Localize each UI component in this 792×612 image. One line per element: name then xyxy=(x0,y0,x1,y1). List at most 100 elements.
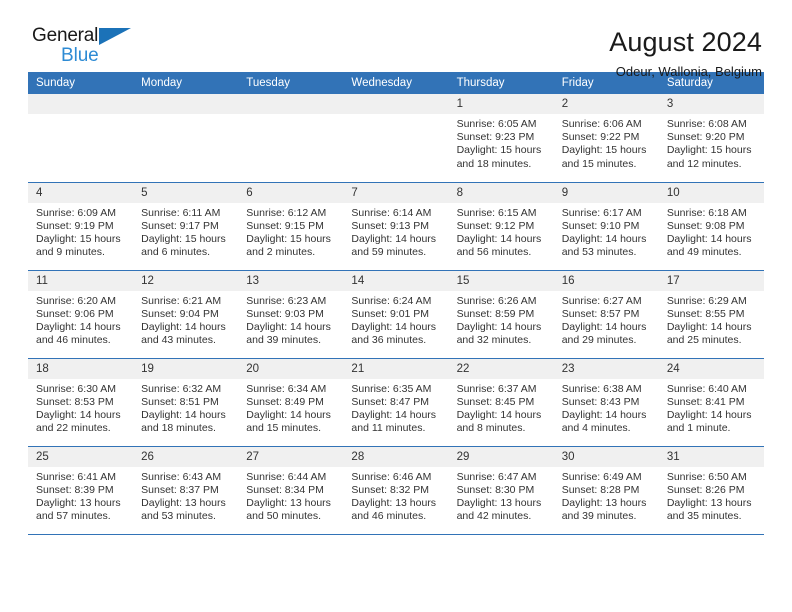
daylight-text: Daylight: 13 hours xyxy=(666,496,752,509)
day-cell[interactable]: 11 Sunrise: 6:20 AM Sunset: 9:06 PM Dayl… xyxy=(28,269,134,358)
day-details xyxy=(133,114,238,118)
day-cell[interactable]: 14 Sunrise: 6:24 AM Sunset: 9:01 PM Dayl… xyxy=(343,269,449,358)
sunrise-text: Sunrise: 6:21 AM xyxy=(141,294,222,307)
day-cell[interactable] xyxy=(133,94,239,182)
generalblue-logo[interactable]: General Blue xyxy=(28,26,137,66)
day-number: 16 xyxy=(553,270,659,291)
day-cell[interactable]: 2 Sunrise: 6:06 AM Sunset: 9:22 PM Dayli… xyxy=(553,94,659,182)
sunrise-text: Sunrise: 6:09 AM xyxy=(36,206,116,219)
day-cell[interactable] xyxy=(238,94,344,182)
day-details: Sunrise: 6:18 AM Sunset: 9:08 PM Dayligh… xyxy=(659,203,764,260)
day-number xyxy=(238,94,344,114)
day-number: 2 xyxy=(553,94,659,114)
daylight-text-cont: and 6 minutes. xyxy=(141,246,211,259)
day-details: Sunrise: 6:50 AM Sunset: 8:26 PM Dayligh… xyxy=(659,467,764,524)
day-cell[interactable] xyxy=(343,94,449,182)
sunrise-text: Sunrise: 6:12 AM xyxy=(246,206,327,219)
daylight-text: Daylight: 13 hours xyxy=(36,496,121,509)
day-number: 1 xyxy=(448,94,554,114)
day-cell[interactable]: 28 Sunrise: 6:46 AM Sunset: 8:32 PM Dayl… xyxy=(343,445,449,535)
weekday-header-tuesday: Tuesday xyxy=(238,72,344,94)
sunrise-text: Sunrise: 6:32 AM xyxy=(141,382,222,395)
day-cell[interactable]: 24 Sunrise: 6:40 AM Sunset: 8:41 PM Dayl… xyxy=(658,357,764,446)
daylight-text-cont: and 42 minutes. xyxy=(456,510,532,523)
day-cell[interactable]: 20 Sunrise: 6:34 AM Sunset: 8:49 PM Dayl… xyxy=(238,357,344,446)
sunrise-text: Sunrise: 6:05 AM xyxy=(456,118,537,130)
sunrise-text: Sunrise: 6:23 AM xyxy=(246,294,327,307)
sunset-text: Sunset: 8:51 PM xyxy=(141,395,219,408)
daylight-text: Daylight: 14 hours xyxy=(351,232,437,245)
day-cell[interactable]: 23 Sunrise: 6:38 AM Sunset: 8:43 PM Dayl… xyxy=(553,357,659,446)
day-number: 15 xyxy=(448,270,554,291)
sunset-text: Sunset: 8:57 PM xyxy=(561,307,640,320)
sunrise-text: Sunrise: 6:15 AM xyxy=(456,206,537,219)
day-cell[interactable] xyxy=(28,94,134,182)
sunrise-text: Sunrise: 6:06 AM xyxy=(561,118,642,130)
sunset-text: Sunset: 9:19 PM xyxy=(36,219,114,232)
daylight-text-cont: and 35 minutes. xyxy=(666,510,742,523)
sunset-text: Sunset: 9:15 PM xyxy=(246,219,324,232)
daylight-text: Daylight: 14 hours xyxy=(666,232,752,245)
day-cell[interactable]: 1 Sunrise: 6:05 AM Sunset: 9:23 PM Dayli… xyxy=(448,94,554,182)
daylight-text-cont: and 43 minutes. xyxy=(141,334,216,347)
day-cell[interactable]: 10 Sunrise: 6:18 AM Sunset: 9:08 PM Dayl… xyxy=(658,181,764,270)
sunrise-text: Sunrise: 6:41 AM xyxy=(36,470,116,483)
sunrise-text: Sunrise: 6:27 AM xyxy=(561,294,642,307)
day-cell[interactable]: 22 Sunrise: 6:37 AM Sunset: 8:45 PM Dayl… xyxy=(448,357,554,446)
day-number: 24 xyxy=(658,358,764,379)
daylight-text: Daylight: 14 hours xyxy=(36,408,121,421)
daylight-text-cont: and 32 minutes. xyxy=(456,334,532,347)
day-details: Sunrise: 6:44 AM Sunset: 8:34 PM Dayligh… xyxy=(238,467,343,524)
daylight-text-cont: and 2 minutes. xyxy=(246,246,316,259)
day-cell[interactable]: 3 Sunrise: 6:08 AM Sunset: 9:20 PM Dayli… xyxy=(658,94,764,182)
day-number: 3 xyxy=(658,94,764,114)
sunset-text: Sunset: 8:49 PM xyxy=(246,395,324,408)
day-number: 28 xyxy=(343,446,449,467)
day-cell[interactable]: 31 Sunrise: 6:50 AM Sunset: 8:26 PM Dayl… xyxy=(658,445,764,535)
daylight-text-cont: and 11 minutes. xyxy=(351,422,426,435)
day-cell[interactable]: 4 Sunrise: 6:09 AM Sunset: 9:19 PM Dayli… xyxy=(28,181,134,270)
day-cell[interactable]: 26 Sunrise: 6:43 AM Sunset: 8:37 PM Dayl… xyxy=(133,445,239,535)
sunrise-text: Sunrise: 6:30 AM xyxy=(36,382,116,395)
sunrise-text: Sunrise: 6:17 AM xyxy=(561,206,642,219)
day-cell[interactable]: 9 Sunrise: 6:17 AM Sunset: 9:10 PM Dayli… xyxy=(553,181,659,270)
day-details: Sunrise: 6:26 AM Sunset: 8:59 PM Dayligh… xyxy=(449,291,554,348)
daylight-text: Daylight: 13 hours xyxy=(351,496,437,509)
sunset-text: Sunset: 8:45 PM xyxy=(456,395,535,408)
day-cell[interactable]: 19 Sunrise: 6:32 AM Sunset: 8:51 PM Dayl… xyxy=(133,357,239,446)
day-cell[interactable]: 30 Sunrise: 6:49 AM Sunset: 8:28 PM Dayl… xyxy=(553,445,659,535)
day-cell[interactable]: 17 Sunrise: 6:29 AM Sunset: 8:55 PM Dayl… xyxy=(658,269,764,358)
day-cell[interactable]: 5 Sunrise: 6:11 AM Sunset: 9:17 PM Dayli… xyxy=(133,181,239,270)
day-details: Sunrise: 6:29 AM Sunset: 8:55 PM Dayligh… xyxy=(659,291,764,348)
day-details: Sunrise: 6:23 AM Sunset: 9:03 PM Dayligh… xyxy=(238,291,343,348)
day-details: Sunrise: 6:40 AM Sunset: 8:41 PM Dayligh… xyxy=(659,379,764,436)
day-cell[interactable]: 25 Sunrise: 6:41 AM Sunset: 8:39 PM Dayl… xyxy=(28,445,134,535)
daylight-text-cont: and 12 minutes. xyxy=(666,157,742,170)
day-cell[interactable]: 15 Sunrise: 6:26 AM Sunset: 8:59 PM Dayl… xyxy=(448,269,554,358)
logo-blue-label: Blue xyxy=(61,45,99,66)
day-cell[interactable]: 7 Sunrise: 6:14 AM Sunset: 9:13 PM Dayli… xyxy=(343,181,449,270)
day-cell[interactable]: 16 Sunrise: 6:27 AM Sunset: 8:57 PM Dayl… xyxy=(553,269,659,358)
sunrise-text: Sunrise: 6:29 AM xyxy=(666,294,747,307)
day-cell[interactable]: 29 Sunrise: 6:47 AM Sunset: 8:30 PM Dayl… xyxy=(448,445,554,535)
day-number: 17 xyxy=(658,270,764,291)
day-cell[interactable]: 27 Sunrise: 6:44 AM Sunset: 8:34 PM Dayl… xyxy=(238,445,344,535)
day-number: 14 xyxy=(343,270,449,291)
day-cell[interactable]: 18 Sunrise: 6:30 AM Sunset: 8:53 PM Dayl… xyxy=(28,357,134,446)
day-cell[interactable]: 21 Sunrise: 6:35 AM Sunset: 8:47 PM Dayl… xyxy=(343,357,449,446)
day-cell[interactable]: 8 Sunrise: 6:15 AM Sunset: 9:12 PM Dayli… xyxy=(448,181,554,270)
day-cell[interactable]: 13 Sunrise: 6:23 AM Sunset: 9:03 PM Dayl… xyxy=(238,269,344,358)
daylight-text: Daylight: 14 hours xyxy=(246,320,331,333)
day-cell[interactable]: 12 Sunrise: 6:21 AM Sunset: 9:04 PM Dayl… xyxy=(133,269,239,358)
day-number: 20 xyxy=(238,358,344,379)
day-number: 6 xyxy=(238,182,344,203)
day-details: Sunrise: 6:41 AM Sunset: 8:39 PM Dayligh… xyxy=(28,467,133,524)
day-number: 27 xyxy=(238,446,344,467)
day-details: Sunrise: 6:49 AM Sunset: 8:28 PM Dayligh… xyxy=(554,467,659,524)
day-number: 5 xyxy=(133,182,239,203)
day-number: 21 xyxy=(343,358,449,379)
calendar-page: General Blue August 2024 Odeur, Wallonia… xyxy=(0,0,792,612)
daylight-text: Daylight: 15 hours xyxy=(456,144,542,157)
calendar-grid: Sunday Monday Tuesday Wednesday Thursday… xyxy=(28,72,764,535)
day-cell[interactable]: 6 Sunrise: 6:12 AM Sunset: 9:15 PM Dayli… xyxy=(238,181,344,270)
